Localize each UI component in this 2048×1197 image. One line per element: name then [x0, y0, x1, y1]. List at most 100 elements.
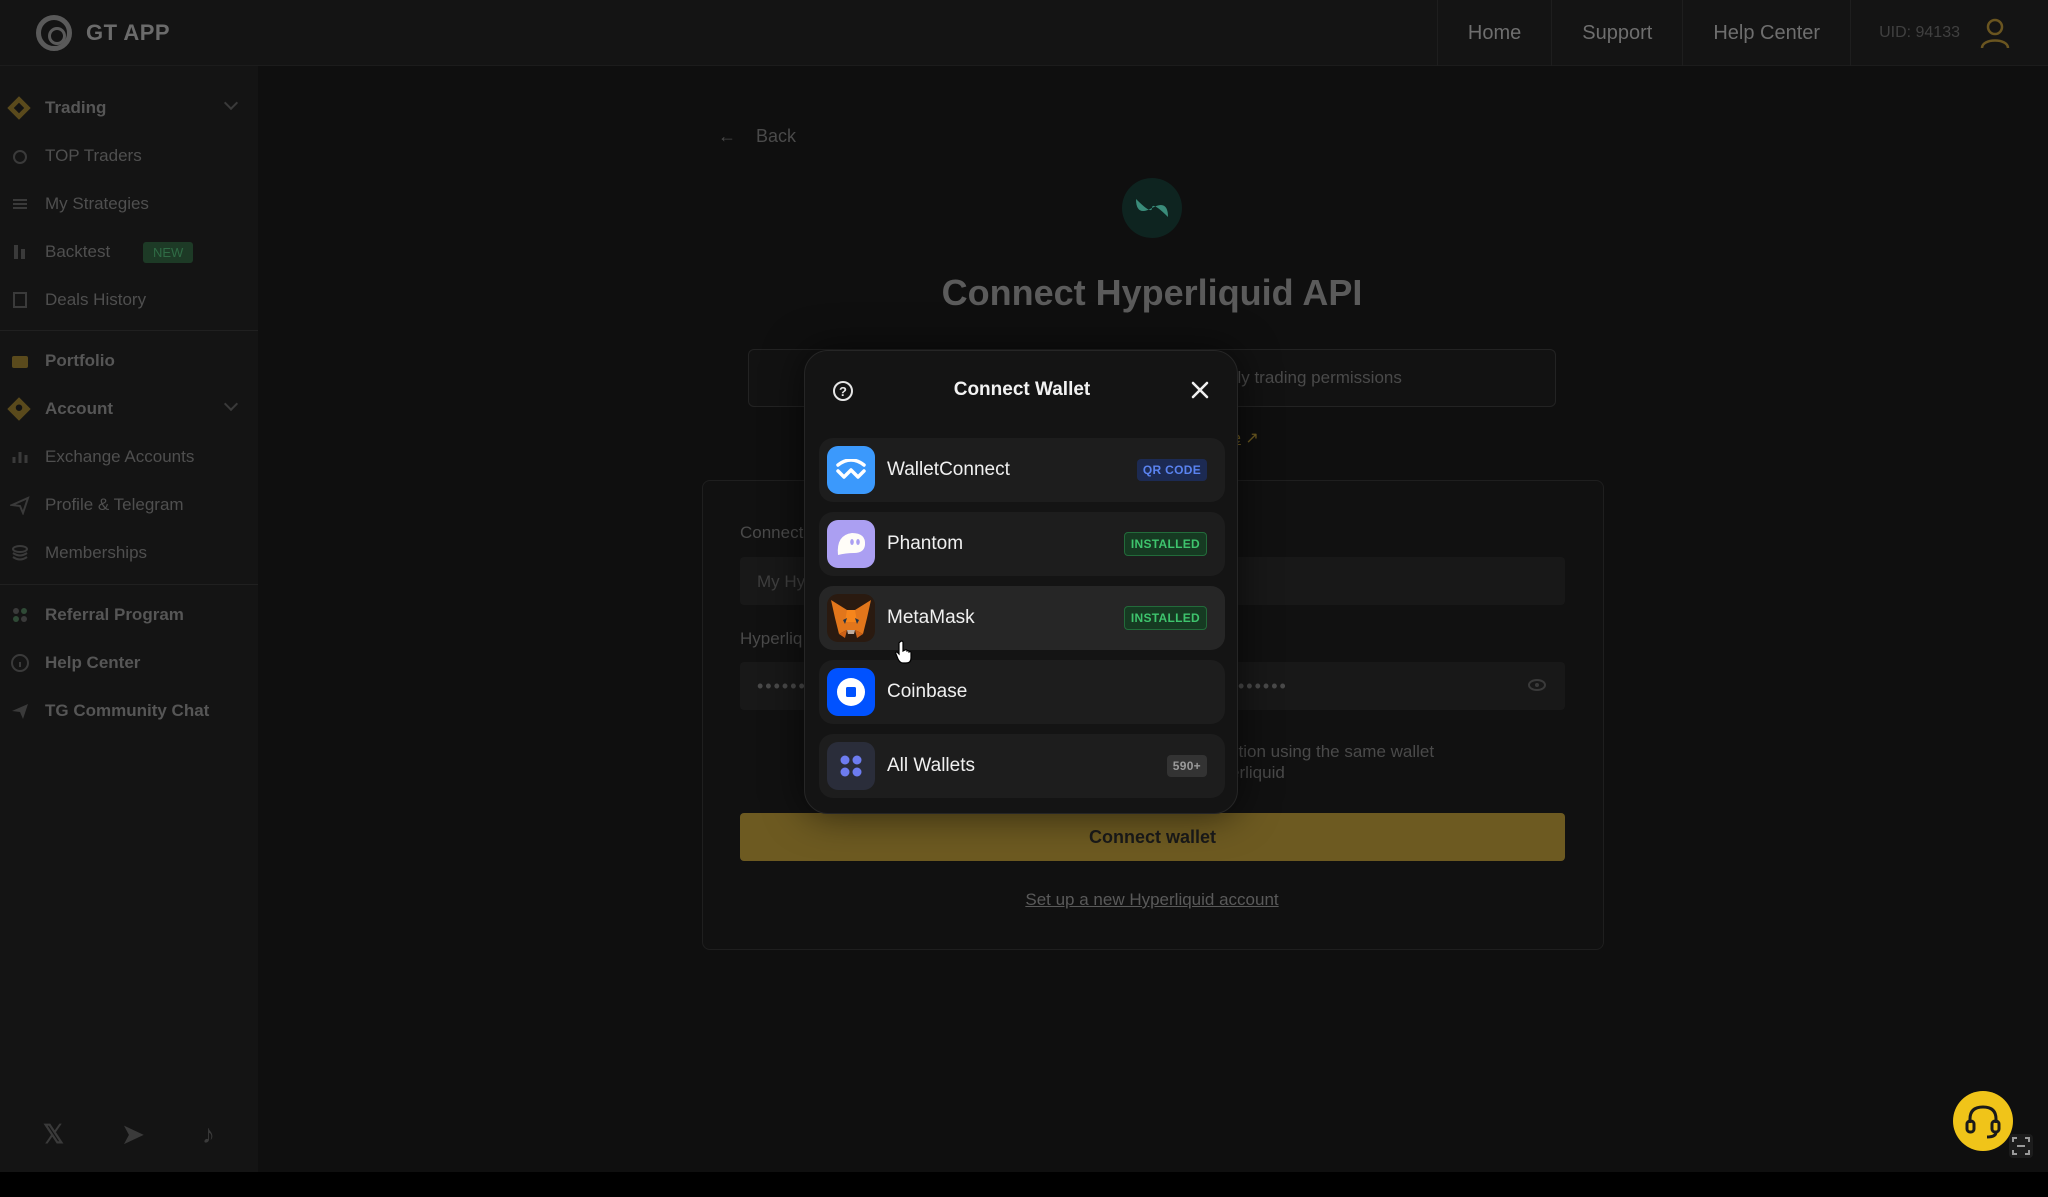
modal-title: Connect Wallet: [953, 379, 1091, 400]
sidebar-item-portfolio[interactable]: Portfolio: [0, 337, 258, 385]
sidebar-item-tg-community-chat[interactable]: TG Community Chat: [0, 687, 258, 735]
info-icon: [11, 654, 29, 672]
sidebar-divider: [0, 330, 258, 331]
same-wallet-note-line1: ction using the same wallet: [1230, 742, 1435, 761]
social-links: 𝕏 ➤ ♪: [0, 1119, 258, 1150]
bottom-strip: [0, 1172, 2048, 1197]
backtest-icon: [14, 245, 25, 259]
wallet-option-all-wallets[interactable]: All Wallets 590+: [819, 734, 1225, 798]
connection-name-label: Connect: [740, 523, 804, 542]
app-logo[interactable]: GT APP: [36, 14, 171, 51]
sidebar-item-backtest[interactable]: Backtest NEW: [0, 228, 258, 276]
sidebar-item-help-center[interactable]: Help Center: [0, 639, 258, 687]
sidebar-item-exchange-accounts[interactable]: Exchange Accounts: [0, 433, 258, 481]
chevron-down-icon: [223, 396, 239, 412]
referral-icon: [13, 608, 27, 622]
sidebar-item-label: TOP Traders: [45, 146, 142, 165]
sidebar-item-label: Account: [45, 399, 113, 418]
sidebar-divider: [0, 584, 258, 585]
setup-account-link[interactable]: Set up a new Hyperliquid account: [0, 890, 2048, 910]
external-link-icon: ↗: [1245, 430, 1259, 447]
top-bar: GT APP Home Support Help Center UID: 941…: [0, 0, 2048, 66]
logo-icon: [36, 14, 72, 51]
wallet-count-tag: 590+: [1166, 755, 1207, 777]
hand-cursor-icon: [895, 640, 912, 664]
wallet-option-coinbase[interactable]: Coinbase: [819, 660, 1225, 724]
same-wallet-note-line2: erliquid: [1230, 763, 1285, 782]
new-badge: NEW: [143, 241, 194, 263]
modal-header: ? Connect Wallet: [805, 351, 1239, 431]
user-icon[interactable]: [1978, 16, 2012, 50]
sidebar-item-account[interactable]: Account: [0, 385, 258, 433]
sidebar-item-label: Profile & Telegram: [45, 495, 184, 514]
eye-icon[interactable]: [1527, 677, 1547, 693]
x-icon[interactable]: 𝕏: [43, 1119, 64, 1150]
walletconnect-icon: [827, 446, 875, 494]
sidebar-item-label: TG Community Chat: [45, 701, 210, 720]
sidebar-item-label: My Strategies: [45, 194, 149, 213]
support-chat-button[interactable]: [1953, 1091, 2013, 1151]
sidebar-item-trading[interactable]: Trading: [0, 84, 258, 132]
briefcase-icon: [12, 356, 28, 368]
back-link[interactable]: ← Back: [718, 126, 796, 147]
connection-name-placeholder: My Hy: [757, 572, 806, 591]
coinbase-icon: [827, 668, 875, 716]
installed-tag: INSTALLED: [1123, 532, 1207, 556]
user-id: UID: 94133: [1850, 0, 1978, 66]
sidebar-item-label: Exchange Accounts: [45, 447, 195, 466]
masked-key-end: ••••••: [1238, 676, 1288, 696]
sidebar-item-top-traders[interactable]: TOP Traders: [0, 132, 258, 180]
chevron-down-icon: [223, 95, 239, 111]
sidebar-item-memberships[interactable]: Memberships: [0, 529, 258, 577]
sidebar: Trading TOP Traders My Strategies Backte…: [0, 66, 258, 1172]
wallet-name: WalletConnect: [887, 459, 1010, 480]
arrow-left-icon: ←: [718, 126, 736, 146]
back-label: Back: [756, 126, 797, 146]
sidebar-item-label: Memberships: [45, 543, 148, 562]
installed-tag: INSTALLED: [1123, 606, 1207, 630]
page-title: Connect Hyperliquid API: [941, 272, 1363, 313]
tiktok-icon[interactable]: ♪: [202, 1119, 215, 1150]
sliders-icon: [13, 199, 27, 209]
sidebar-item-referral-program[interactable]: Referral Program: [0, 591, 258, 639]
phantom-icon: [827, 520, 875, 568]
wallet-option-walletconnect[interactable]: WalletConnect QR CODE: [819, 438, 1225, 502]
trophy-icon: [13, 150, 27, 164]
hyperliquid-key-label: Hyperliq: [740, 629, 803, 648]
nav-support[interactable]: Support: [1551, 0, 1682, 66]
trading-icon: [7, 96, 31, 120]
sidebar-item-label: Help Center: [45, 653, 141, 672]
wallet-name: MetaMask: [887, 607, 975, 628]
sidebar-item-profile-telegram[interactable]: Profile & Telegram: [0, 481, 258, 529]
sidebar-item-label: Trading: [45, 98, 107, 117]
qr-code-tag: QR CODE: [1136, 459, 1207, 481]
account-icon: [7, 397, 31, 421]
sidebar-item-label: Referral Program: [45, 605, 184, 624]
headset-icon: [1965, 1105, 2001, 1139]
nav-help-center[interactable]: Help Center: [1682, 0, 1850, 66]
wallet-name: Coinbase: [887, 681, 968, 702]
masked-key-start: ••••••: [757, 676, 807, 696]
layers-icon: [12, 545, 28, 561]
chat-icon: [12, 704, 28, 719]
app-name: GT APP: [86, 19, 171, 45]
telegram-icon[interactable]: ➤: [122, 1119, 144, 1150]
screenshot-icon[interactable]: [2009, 1134, 2033, 1158]
nav-home[interactable]: Home: [1436, 0, 1551, 66]
same-wallet-note: ction using the same wallet erliquid: [1230, 741, 1434, 783]
metamask-icon: [827, 594, 875, 642]
bar-chart-icon: [12, 452, 28, 463]
connect-wallet-button[interactable]: Connect wallet: [740, 813, 1565, 861]
connect-wallet-modal: ? Connect Wallet WalletConnect QR CODE P…: [804, 350, 1238, 814]
permissions-info-text: nly trading permissions: [1228, 368, 1402, 387]
close-icon[interactable]: [1189, 379, 1211, 401]
wallet-name: Phantom: [887, 533, 964, 554]
sidebar-item-label: Backtest: [45, 242, 111, 261]
wallet-name: All Wallets: [887, 755, 975, 776]
wallet-option-metamask[interactable]: MetaMask INSTALLED: [819, 586, 1225, 650]
sidebar-item-my-strategies[interactable]: My Strategies: [0, 180, 258, 228]
top-nav: Home Support Help Center UID: 94133: [1436, 0, 2048, 66]
wallet-option-phantom[interactable]: Phantom INSTALLED: [819, 512, 1225, 576]
hyperliquid-logo-icon: [1122, 178, 1182, 238]
all-wallets-icon: [827, 742, 875, 790]
